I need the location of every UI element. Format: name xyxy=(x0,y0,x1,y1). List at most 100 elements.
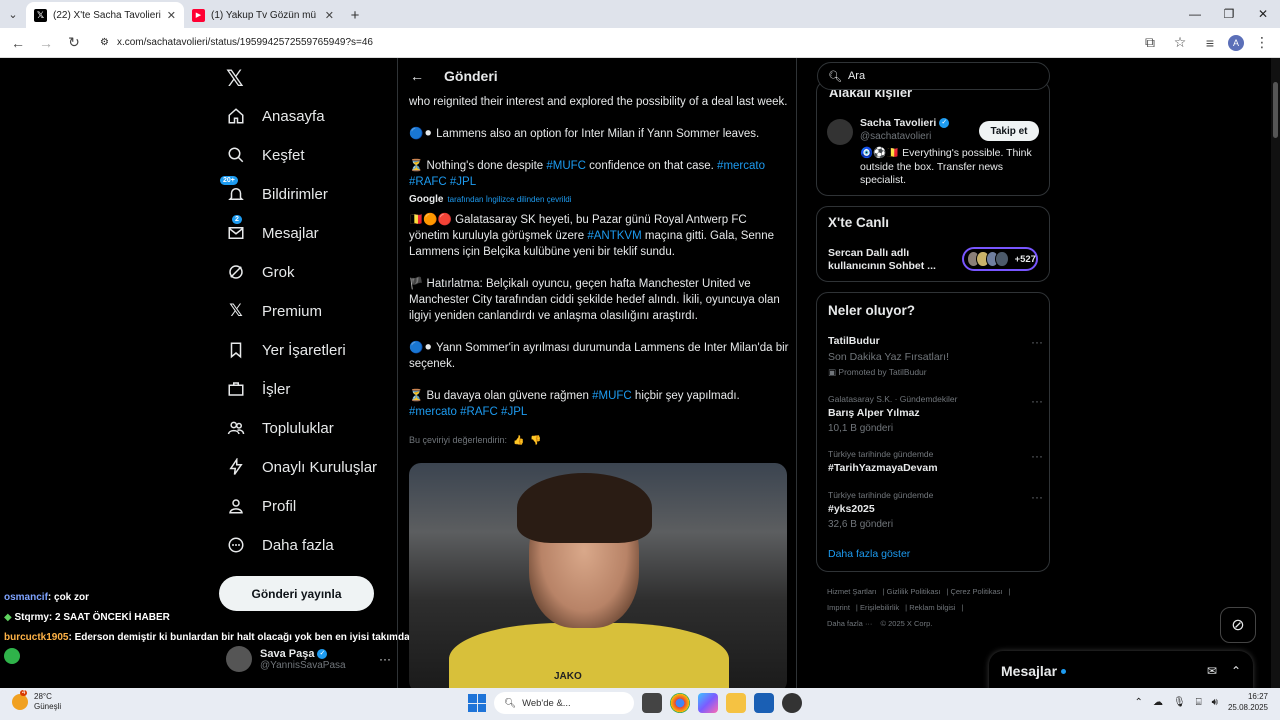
tray-overflow-icon[interactable]: ⌃ xyxy=(1135,697,1143,708)
post-paragraph: who reignited their interest and explore… xyxy=(409,96,788,108)
person-name[interactable]: Sacha Tavolieri ✓ xyxy=(860,117,950,129)
nav-item-premium[interactable]: 𝕏 Premium xyxy=(226,298,322,324)
nav-item-jobs[interactable]: İşler xyxy=(226,376,290,402)
footer-link[interactable]: Hizmet Şartları xyxy=(827,587,877,596)
hashtag-link[interactable]: #JPL xyxy=(501,406,527,418)
hashtag-link[interactable]: #RAFC xyxy=(460,406,498,418)
lightning-icon xyxy=(226,457,246,477)
store-icon[interactable] xyxy=(754,693,774,713)
more-icon[interactable]: ··· xyxy=(1031,449,1043,463)
taskbar-search[interactable]: 🔍︎ Web'de &... xyxy=(494,692,634,714)
obs-icon[interactable] xyxy=(782,693,802,713)
tab-search-menu[interactable]: ⌄ xyxy=(0,0,26,28)
back-icon[interactable]: ← xyxy=(6,31,30,55)
footer-link[interactable]: Erişilebilirlik xyxy=(860,603,899,612)
footer-link[interactable]: Reklam bilgisi xyxy=(909,603,955,612)
profile-avatar-icon[interactable]: A xyxy=(1228,34,1244,51)
trend-item[interactable]: Türkiye tarihinde gündemde #yks2025 32,6… xyxy=(828,490,1043,530)
avatar[interactable] xyxy=(827,119,853,145)
hashtag-link[interactable]: #RAFC xyxy=(409,176,447,188)
page-scrollbar[interactable] xyxy=(1271,58,1280,688)
follow-button[interactable]: Takip et xyxy=(979,121,1039,141)
footer-link[interactable]: Gizlilik Politikası xyxy=(887,587,941,596)
unread-dot xyxy=(1061,668,1067,674)
trend-item[interactable]: TatilBudur Son Dakika Yaz Fırsatları! ▣ … xyxy=(828,335,1043,378)
x-live-box[interactable]: X'te Canlı Sercan Dallı adlı kullanıcını… xyxy=(816,206,1050,282)
live-listeners[interactable]: +527 xyxy=(962,247,1038,271)
flag-circles-icon: 🔵⚫ xyxy=(409,342,436,354)
new-message-icon[interactable]: ✉ xyxy=(1207,664,1217,678)
tab-x-post[interactable]: 𝕏 (22) X'te Sacha Tavolieri: "a ✕ xyxy=(26,2,184,28)
forward-icon[interactable]: → xyxy=(34,31,58,55)
weather-widget[interactable]: 4 28°C Güneşli xyxy=(12,690,61,712)
nav-item-bookmarks[interactable]: Yer İşaretleri xyxy=(226,337,346,363)
nav-item-verified-orgs[interactable]: Onaylı Kuruluşlar xyxy=(226,454,377,480)
translation-note[interactable]: tarafından İngilizce dilinden çevrildi xyxy=(447,192,571,208)
tab-youtube[interactable]: ▶ (1) Yakup Tv Gözün mü açıldı - ✕ xyxy=(184,2,342,28)
close-tab-icon[interactable]: ✕ xyxy=(325,9,334,22)
reload-icon[interactable]: ↻ xyxy=(62,31,86,55)
messages-drawer[interactable]: Mesajlar ✉ ⌃ xyxy=(989,651,1253,688)
bell-icon: 20+ xyxy=(220,176,246,204)
nav-item-profile[interactable]: Profil xyxy=(226,493,296,519)
scrollbar-thumb[interactable] xyxy=(1273,82,1278,138)
post-paragraph: 🔵⚫ Yann Sommer'in ayrılması durumunda La… xyxy=(409,340,789,372)
listener-count: +527 xyxy=(1014,253,1036,265)
hashtag-link[interactable]: #MUFC xyxy=(546,160,586,172)
copilot-icon[interactable] xyxy=(698,693,718,713)
nav-item-explore[interactable]: Keşfet xyxy=(226,142,305,168)
windows-start-icon[interactable] xyxy=(468,694,486,712)
expand-icon[interactable]: ⌃ xyxy=(1231,664,1241,678)
footer-link[interactable]: Daha fazla ··· xyxy=(827,619,872,628)
post-image[interactable]: JAKO xyxy=(409,463,787,688)
nav-item-notifications[interactable]: 20+ Bildirimler xyxy=(220,176,328,207)
volume-icon[interactable]: 🔊︎ xyxy=(1212,697,1218,708)
task-view-icon[interactable] xyxy=(642,693,662,713)
reading-list-icon[interactable]: ≡ xyxy=(1198,31,1222,55)
more-icon[interactable]: ··· xyxy=(1031,335,1043,349)
file-explorer-icon[interactable] xyxy=(726,693,746,713)
nav-item-grok[interactable]: Grok xyxy=(226,259,295,285)
hashtag-link[interactable]: #mercato xyxy=(409,406,457,418)
thumbs-down-icon[interactable]: 👎 xyxy=(530,432,541,448)
bookmark-star-icon[interactable]: ☆ xyxy=(1168,31,1192,55)
restore-icon[interactable]: ❐ xyxy=(1212,0,1246,28)
chrome-icon[interactable] xyxy=(670,693,690,713)
site-info-icon[interactable]: ⚙ xyxy=(100,37,109,48)
trend-item[interactable]: Galatasaray S.K. · Gündemdekiler Barış A… xyxy=(828,394,1043,434)
close-tab-icon[interactable]: ✕ xyxy=(167,9,176,22)
grok-floating-button[interactable]: ⊘ xyxy=(1220,607,1256,643)
close-window-icon[interactable]: ✕ xyxy=(1246,0,1280,28)
install-app-icon[interactable]: ⧉ xyxy=(1138,31,1162,55)
mic-icon[interactable]: 🎙︎ xyxy=(1173,697,1186,708)
nav-item-messages[interactable]: 2 Mesajlar xyxy=(226,215,319,246)
paragraph-text: Yann Sommer'in ayrılması durumunda Lamme… xyxy=(409,342,789,370)
nav-item-communities[interactable]: Topluluklar xyxy=(226,415,334,441)
footer-link[interactable]: Imprint xyxy=(827,603,850,612)
nav-item-more[interactable]: Daha fazla xyxy=(226,532,334,558)
minimize-icon[interactable]: — xyxy=(1178,0,1212,28)
browser-menu-icon[interactable]: ⋮ xyxy=(1250,31,1274,55)
clock[interactable]: 16:27 25.08.2025 xyxy=(1228,691,1268,713)
footer-link[interactable]: Çerez Politikası xyxy=(950,587,1002,596)
address-bar[interactable]: ⚙ x.com/sachatavolieri/status/1959942572… xyxy=(90,31,1134,55)
thumbs-up-icon[interactable]: 👍 xyxy=(513,432,524,448)
more-icon[interactable]: ··· xyxy=(1031,394,1043,408)
hashtag-link[interactable]: #mercato xyxy=(717,160,765,172)
x-logo-icon[interactable]: 𝕏 xyxy=(226,66,244,92)
show-more-link[interactable]: Daha fazla göster xyxy=(828,548,910,560)
live-space-title[interactable]: Sercan Dallı adlı kullanıcının Sohbet ..… xyxy=(828,247,948,273)
cloud-icon[interactable]: ☁ xyxy=(1153,697,1163,708)
back-arrow-icon[interactable]: ← xyxy=(410,68,424,84)
search-input[interactable]: 🔍︎ Ara xyxy=(817,62,1050,90)
hashtag-link[interactable]: #JPL xyxy=(450,176,476,188)
footer-links: Hizmet Şartları | Gizlilik Politikası | Çe… xyxy=(827,587,1011,628)
nav-item-home[interactable]: Anasayfa xyxy=(226,103,325,129)
more-icon[interactable]: ··· xyxy=(1031,490,1043,504)
hashtag-link[interactable]: #ANTKVM xyxy=(587,230,641,242)
hashtag-link[interactable]: #MUFC xyxy=(592,390,632,402)
new-tab-button[interactable]: + xyxy=(342,2,368,28)
chat-message: : 2 SAAT ÖNCEKİ HABER xyxy=(48,612,170,623)
trend-item[interactable]: Türkiye tarihinde gündemde #TarihYazmaya… xyxy=(828,449,1043,474)
network-icon[interactable]: ⌸ xyxy=(1196,697,1202,708)
